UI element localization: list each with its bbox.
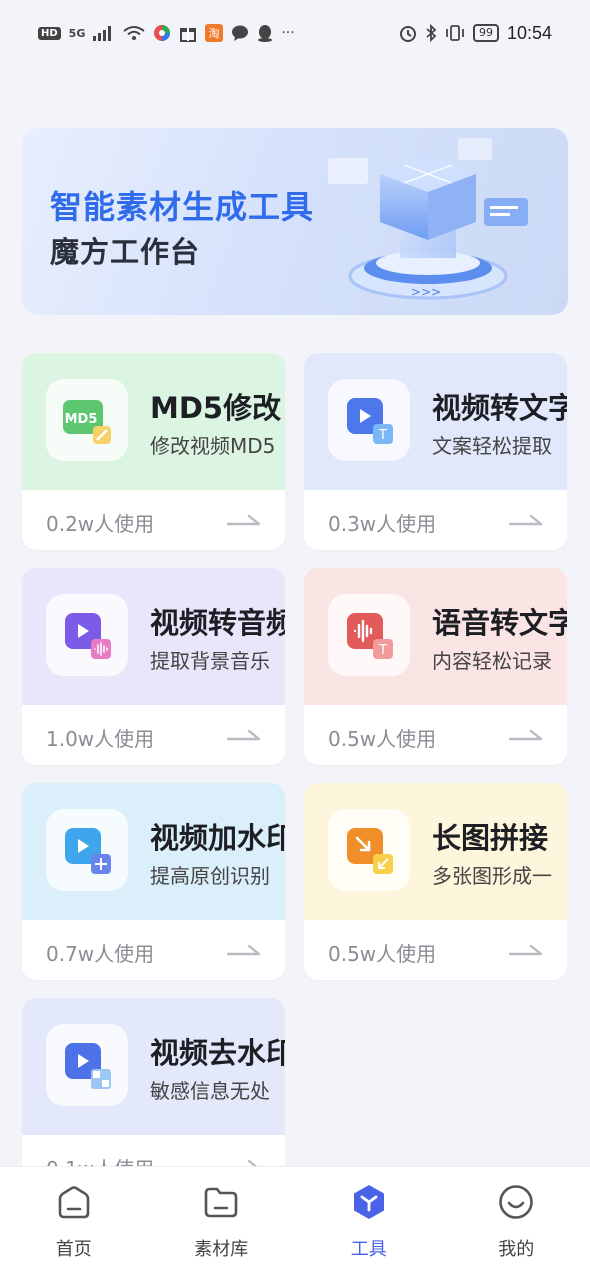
- signal-icon: [93, 26, 112, 41]
- remove-watermark-icon: [65, 1043, 111, 1089]
- card-usage-count: 0.3w人使用: [328, 512, 437, 536]
- promo-banner[interactable]: 智能素材生成工具 魔方工作台 >>>: [22, 128, 568, 315]
- folder-icon: [204, 1187, 238, 1218]
- clock: 10:54: [506, 22, 552, 43]
- banner-subtitle: 魔方工作台: [50, 235, 201, 269]
- arrow-right-icon: [227, 514, 261, 526]
- card-description: 文案轻松提取: [432, 434, 552, 458]
- battery-indicator: 99: [472, 24, 499, 42]
- card-icon-box: [46, 594, 128, 676]
- svg-text:T: T: [378, 643, 387, 658]
- svg-text:淘: 淘: [209, 27, 220, 40]
- card-title: 长图拼接: [432, 821, 549, 855]
- nav-tools-label: 工具: [350, 1239, 387, 1260]
- card-usage-count: 0.5w人使用: [328, 942, 437, 966]
- chat-icon: [232, 25, 249, 41]
- profile-icon: [499, 1185, 534, 1219]
- svg-text:MD5: MD5: [65, 412, 98, 427]
- card-description: 提高原创识别: [150, 864, 270, 888]
- card-icon-box: T: [328, 594, 410, 676]
- home-icon: [58, 1186, 90, 1219]
- vibrate-icon: [446, 25, 464, 41]
- video-watermark-icon: [65, 828, 111, 874]
- nav-library[interactable]: 素材库: [148, 1167, 296, 1278]
- card-description: 修改视频MD5: [150, 434, 276, 458]
- network-type: 5G: [68, 26, 86, 40]
- arrow-right-icon: [509, 729, 543, 741]
- more-icon: ···: [281, 25, 295, 41]
- arrow-right-icon: [227, 729, 261, 741]
- bottom-navigation: 首页 素材库 工具 我的: [0, 1166, 590, 1278]
- status-right: 99 10:54: [399, 23, 552, 44]
- gift-icon: [180, 28, 197, 42]
- arrow-right-icon: [509, 514, 543, 526]
- tool-card-video-to-audio[interactable]: 视频转音频提取背景音乐 1.0w人使用: [22, 568, 285, 765]
- alarm-icon: [399, 26, 416, 42]
- speech-text-icon: T: [347, 613, 393, 659]
- card-usage-count: 1.0w人使用: [46, 727, 155, 751]
- arrow-right-icon: [227, 944, 261, 956]
- nav-tools[interactable]: 工具: [295, 1167, 443, 1278]
- card-title: MD5修改: [150, 391, 282, 425]
- nav-home-label: 首页: [55, 1239, 92, 1260]
- taobao-icon: 淘: [205, 24, 224, 42]
- tool-card-video-to-text[interactable]: T 视频转文字文案轻松提取 0.3w人使用: [304, 353, 567, 550]
- tools-icon: [353, 1185, 384, 1219]
- app-notification-icon: [154, 25, 171, 41]
- card-title: 视频加水印: [150, 821, 285, 855]
- card-description: 提取背景音乐: [150, 649, 270, 673]
- card-title: 视频转音频: [150, 606, 285, 640]
- video-audio-icon: [65, 613, 111, 659]
- card-title: 视频去水印: [150, 1036, 285, 1070]
- long-image-icon: [347, 828, 393, 874]
- card-icon-box: MD5: [46, 379, 128, 461]
- card-usage-count: 0.2w人使用: [46, 512, 155, 536]
- nav-library-label: 素材库: [194, 1239, 249, 1260]
- card-description: 内容轻松记录: [432, 649, 552, 673]
- status-left: HD 5G 淘 ···: [38, 24, 295, 42]
- card-title: 语音转文字: [432, 606, 567, 640]
- arrow-right-icon: [509, 944, 543, 956]
- wifi-icon: [123, 26, 145, 40]
- card-icon-box: [328, 809, 410, 891]
- nav-home[interactable]: 首页: [0, 1167, 148, 1278]
- banner-title: 智能素材生成工具: [50, 188, 315, 226]
- qq-icon: [258, 25, 273, 42]
- hd-badge: HD: [38, 26, 61, 40]
- card-icon-box: [46, 1024, 128, 1106]
- card-description: 敏感信息无处: [150, 1079, 270, 1103]
- card-icon-box: [46, 809, 128, 891]
- tool-card-md5[interactable]: MD5 MD5修改修改视频MD5 0.2w人使用: [22, 353, 285, 550]
- card-usage-count: 0.5w人使用: [328, 727, 437, 751]
- tool-card-video-watermark[interactable]: 视频加水印提高原创识别 0.7w人使用: [22, 783, 285, 980]
- tool-card-speech-to-text[interactable]: T 语音转文字内容轻松记录 0.5w人使用: [304, 568, 567, 765]
- video-text-icon: T: [347, 398, 393, 444]
- md5-icon: MD5: [63, 400, 111, 444]
- card-icon-box: T: [328, 379, 410, 461]
- status-bar: HD 5G 淘 ··· 99 10:54: [0, 0, 590, 66]
- nav-profile-label: 我的: [498, 1239, 535, 1260]
- cube-illustration: >>>: [328, 138, 528, 300]
- svg-text:T: T: [378, 428, 387, 443]
- card-title: 视频转文字: [432, 391, 567, 425]
- card-usage-count: 0.7w人使用: [46, 942, 155, 966]
- svg-text:>>>: >>>: [411, 285, 441, 299]
- tool-card-long-image[interactable]: 长图拼接多张图形成一 0.5w人使用: [304, 783, 567, 980]
- nav-profile[interactable]: 我的: [443, 1167, 590, 1278]
- bluetooth-icon: [426, 24, 437, 42]
- card-description: 多张图形成一: [432, 864, 552, 888]
